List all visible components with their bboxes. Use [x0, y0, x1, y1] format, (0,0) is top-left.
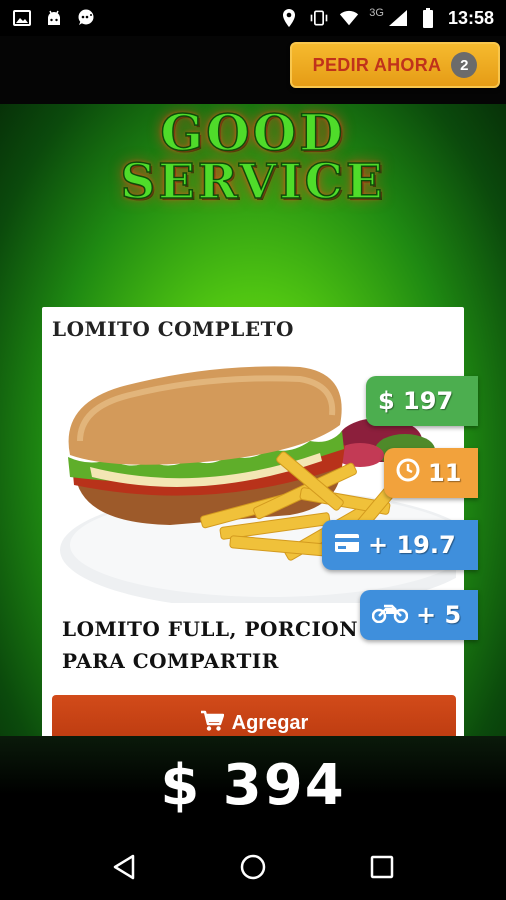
- main-area: GOOD SERVICE LOMITO COMPLETO LOMITO FULL…: [0, 104, 506, 836]
- vibrate-icon: [309, 9, 329, 27]
- cart-icon: [200, 710, 224, 736]
- status-bar: 3G 13:58: [0, 0, 506, 36]
- card-surcharge-value: + 19.7: [368, 531, 456, 559]
- total-bar: $ 394: [0, 736, 506, 834]
- top-bar: PEDIR AHORA 2: [0, 36, 506, 104]
- signal-icon: [388, 9, 408, 27]
- delivery-cost-badge: + 5: [360, 590, 478, 640]
- product-description-line-2: PARA COMPARTIR: [62, 649, 279, 673]
- product-title: LOMITO COMPLETO: [52, 317, 294, 341]
- delivery-cost-value: + 5: [416, 601, 462, 629]
- network-type: 3G: [369, 7, 384, 19]
- order-count-badge: 2: [451, 52, 478, 78]
- prep-time-value: 11: [428, 459, 462, 487]
- battery-icon: [418, 8, 438, 28]
- good-service-logo: GOOD SERVICE: [0, 104, 506, 210]
- add-to-cart-label: Agregar: [231, 711, 309, 734]
- order-now-button[interactable]: PEDIR AHORA 2: [290, 42, 500, 88]
- android-icon: [44, 9, 64, 27]
- order-now-label: PEDIR AHORA: [312, 54, 442, 75]
- card-surcharge-badge: + 19.7: [322, 520, 478, 570]
- motorcycle-icon: [371, 601, 409, 629]
- price-value: $ 197: [378, 387, 454, 415]
- logo-line-1: GOOD: [160, 104, 346, 162]
- chat-icon: [76, 9, 96, 27]
- total-amount: $ 394: [160, 752, 346, 818]
- recent-apps-icon[interactable]: [362, 847, 402, 887]
- prep-time-badge: 11: [384, 448, 478, 498]
- navigation-bar: [0, 834, 506, 900]
- image-icon: [12, 9, 32, 27]
- clock: 13:58: [447, 7, 494, 28]
- back-icon[interactable]: [104, 847, 144, 887]
- location-icon: [279, 9, 299, 27]
- clock-icon: [396, 458, 420, 488]
- wifi-icon: [339, 9, 359, 27]
- logo-line-2: SERVICE: [120, 154, 386, 210]
- home-icon[interactable]: [233, 847, 273, 887]
- credit-card-icon: [334, 531, 360, 559]
- price-badge: $ 197: [366, 376, 478, 426]
